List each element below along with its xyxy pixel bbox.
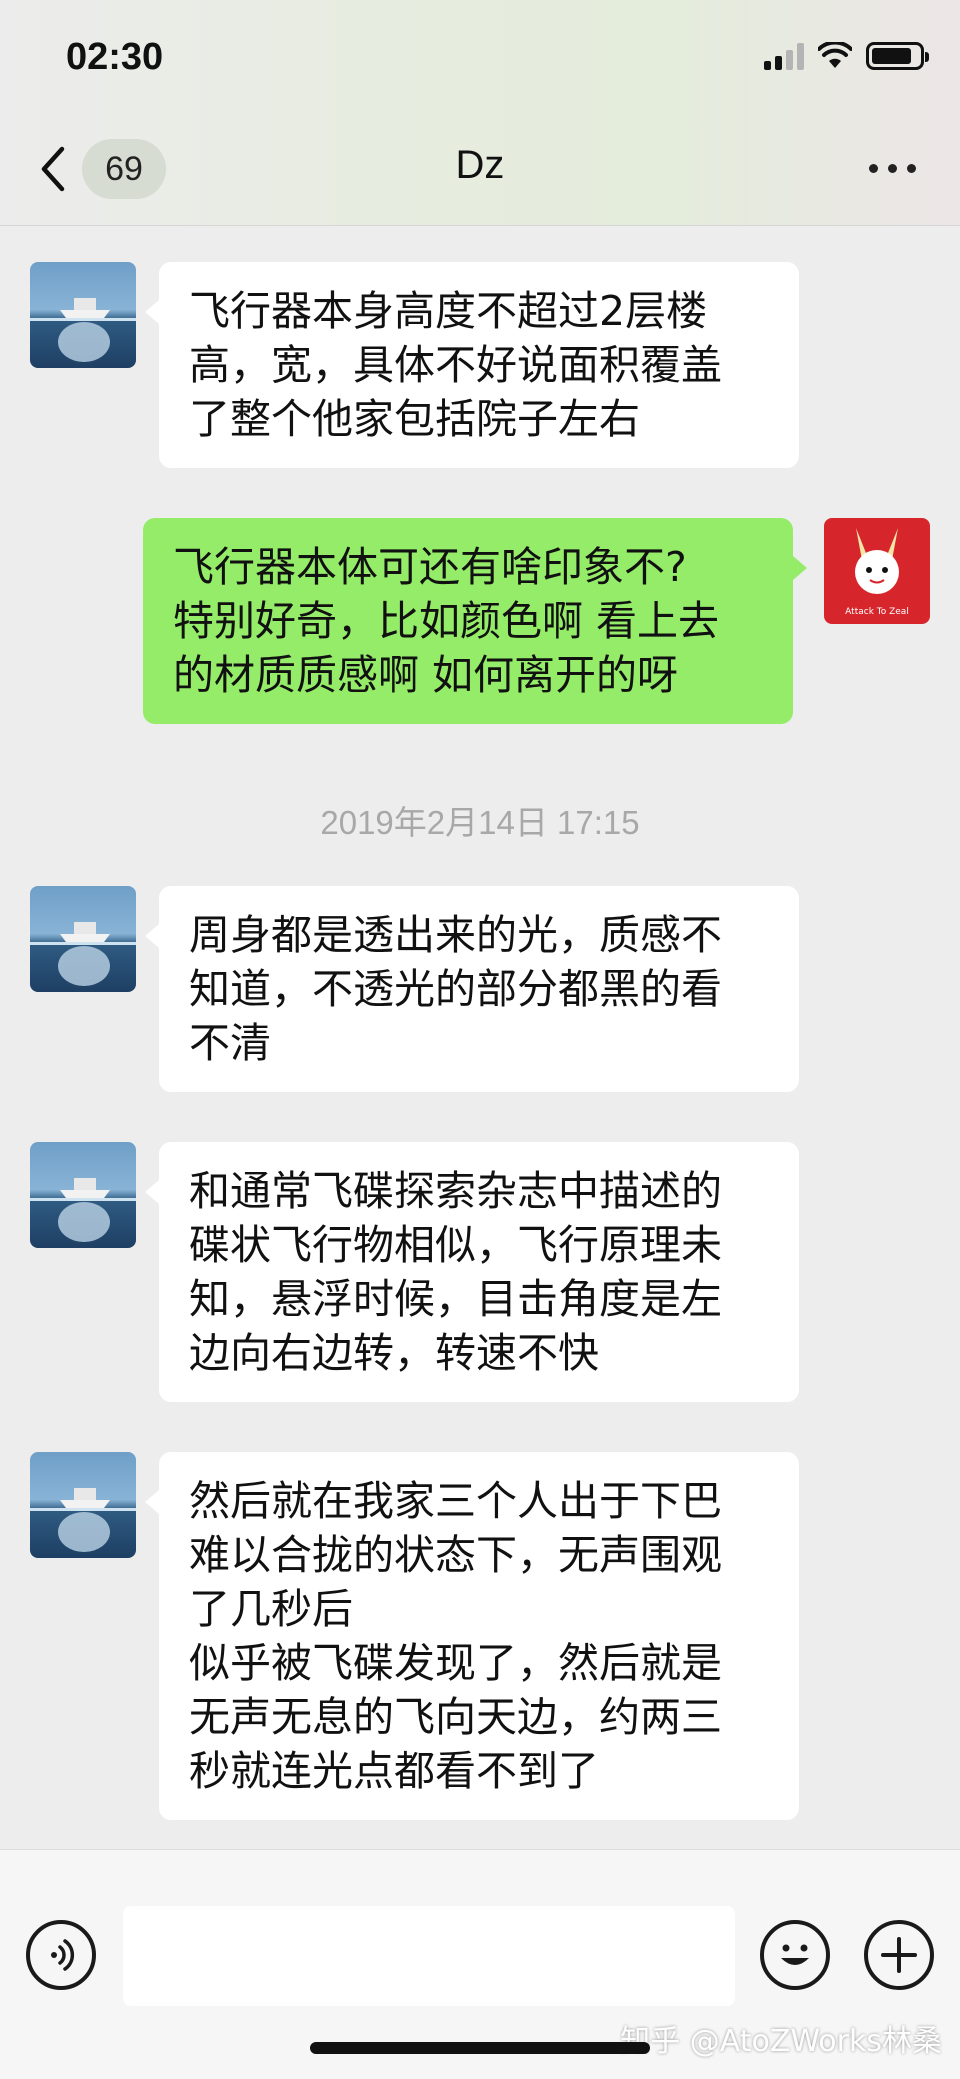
boat-iceberg-icon	[30, 1488, 136, 1552]
voice-wave-icon	[51, 1939, 75, 1971]
boat-iceberg-icon	[30, 1178, 136, 1242]
message-bubble-received[interactable]: 飞行器本身高度不超过2层楼 高，宽，具体不好说面积覆盖 了整个他家包括院子左右	[145, 262, 799, 468]
more-actions-button[interactable]	[864, 1920, 934, 1990]
message-bubble-received[interactable]: 然后就在我家三个人出于下巴 难以合拢的状态下，无声围观 了几秒后 似乎被飞碟发现…	[145, 1452, 799, 1820]
dot-icon	[869, 164, 878, 173]
message-bubble-received[interactable]: 周身都是透出来的光，质感不 知道，不透光的部分都黑的看 不清	[145, 886, 799, 1092]
rabbit-mascot-icon: Attack To Zeal	[845, 528, 909, 617]
message-input[interactable]	[123, 1906, 735, 2006]
battery-icon	[866, 42, 929, 70]
plus-icon	[881, 1937, 917, 1973]
header-area: 02:30 69 Dz	[0, 0, 960, 226]
avatar-caption: Attack To Zeal	[845, 607, 909, 617]
dot-icon	[888, 164, 897, 173]
chat-screen: 02:30 69 Dz 飞行器本身高度不超过2层楼 高，宽，具体不好说面积覆盖 …	[0, 0, 960, 2079]
chat-title: Dz	[455, 143, 505, 187]
voice-input-button[interactable]	[26, 1920, 96, 1990]
boat-iceberg-icon	[30, 922, 136, 986]
boat-iceberg-icon	[30, 298, 136, 362]
cellular-signal-icon	[764, 42, 804, 70]
dot-icon	[907, 164, 916, 173]
message-bubble-sent[interactable]: 飞行器本体可还有啥印象不? 特别好奇，比如颜色啊 看上去 的材质质感啊 如何离开…	[143, 518, 807, 724]
zhihu-watermark: 知乎 @AtoZWorks林桑	[620, 2024, 942, 2059]
contact-avatar[interactable]	[30, 262, 136, 368]
wifi-icon	[818, 42, 852, 68]
status-time: 02:30	[66, 36, 164, 78]
message-bubble-received[interactable]: 和通常飞碟探索杂志中描述的 碟状飞行物相似，飞行原理未 知，悬浮时候，目击角度是…	[145, 1142, 799, 1402]
contact-avatar[interactable]	[30, 886, 136, 992]
status-icons	[764, 42, 929, 70]
more-options-button[interactable]	[869, 164, 916, 173]
message-timestamp: 2019年2月14日 17:15	[320, 804, 640, 841]
contact-avatar[interactable]	[30, 1452, 136, 1558]
home-indicator[interactable]	[310, 2042, 650, 2054]
contact-avatar[interactable]	[30, 1142, 136, 1248]
self-avatar[interactable]: Attack To Zeal	[824, 518, 930, 624]
emoji-button[interactable]	[760, 1920, 830, 1990]
smiley-icon	[781, 1944, 809, 1965]
